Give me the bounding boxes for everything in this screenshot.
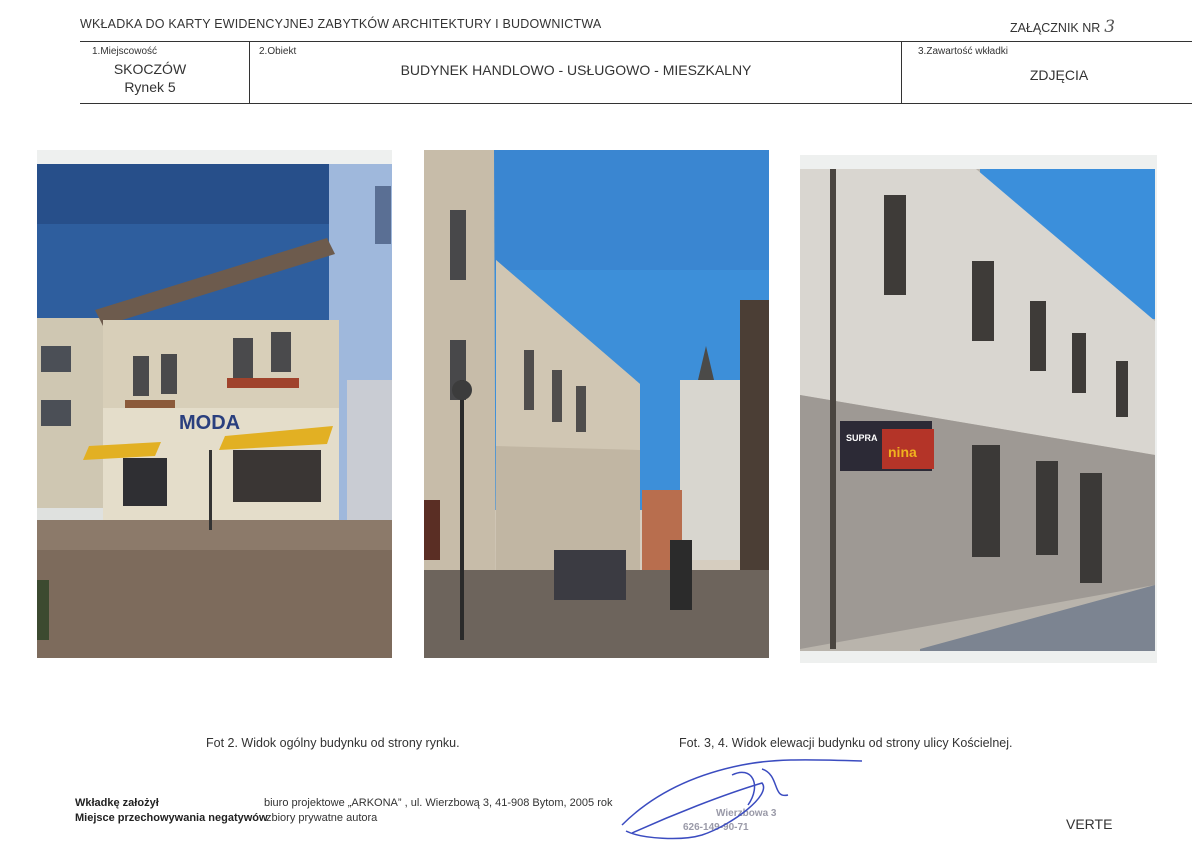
contents-label: 3.Zawartość wkładki [918,46,1009,57]
locality-value: SKOCZÓW Rynek 5 [90,61,210,95]
founded-value: biuro projektowe „ARKONA” , ul. Wierzbow… [264,797,613,809]
signature-icon [621,759,863,840]
founded-label: Wkładkę założył [75,797,159,809]
caption-photo-3-4: Fot. 3, 4. Widok elewacji budynku od str… [679,736,1013,750]
photo-market-view-image: MODA [37,164,392,658]
photo3-nina-sign: nina [888,444,917,460]
caption-photo-2: Fot 2. Widok ogólny budynku od strony ry… [206,736,460,750]
locality-address: Rynek 5 [124,79,176,95]
annex-number: 3 [1104,17,1116,37]
photo-elevation-view: SUPRA nina [800,155,1157,663]
photo-street-view-image [424,150,769,658]
table-divider-2 [901,41,902,103]
locality-label: 1.Miejscowość [92,46,158,57]
verte-label: VERTE [1066,816,1113,832]
annex-label-text: ZAŁĄCZNIK NR [1010,21,1101,35]
annex-label: ZAŁĄCZNIK NR 3 [1010,17,1115,37]
locality-town: SKOCZÓW [113,61,187,77]
photo-market-view: MODA [37,150,392,658]
card-title: WKŁADKA DO KARTY EWIDENCYJNEJ ZABYTKÓW A… [80,17,602,31]
photo-shop-sign: MODA [179,412,240,434]
object-label: 2.Obiekt [259,46,297,57]
storage-value: zbiory prywatne autora [266,812,378,824]
contents-value: ZDJĘCIA [1029,67,1089,83]
photo-elevation-view-image: SUPRA nina [800,155,1157,663]
table-bottom-rule [80,103,1192,104]
table-divider-1 [249,41,250,103]
table-top-rule [80,41,1192,42]
storage-label: Miejsce przechowywania negatywów [75,812,268,824]
photo3-supra-sign: SUPRA [846,433,878,443]
photo-street-view [424,150,769,658]
object-value: BUDYNEK HANDLOWO - USŁUGOWO - MIESZKALNY [400,62,752,78]
